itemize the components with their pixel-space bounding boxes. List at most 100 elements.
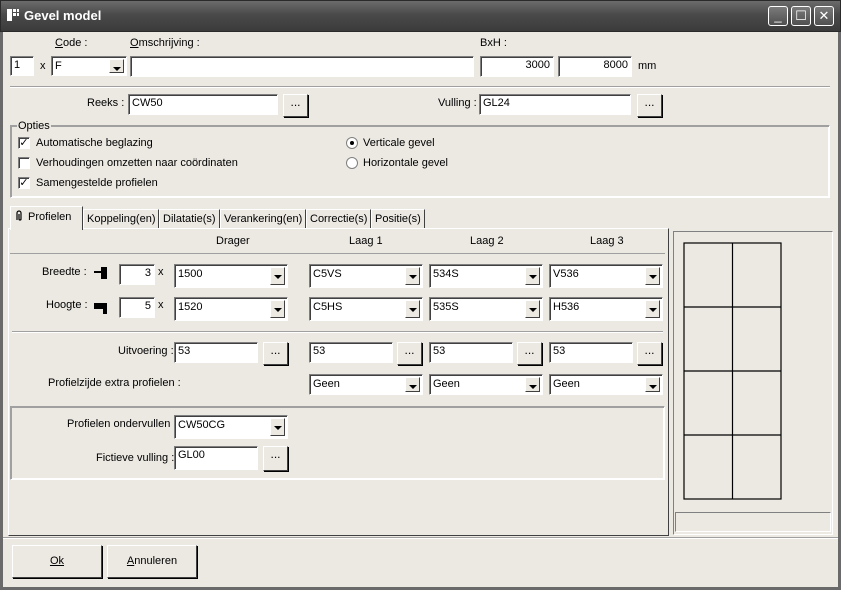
select-value: 1520 — [178, 301, 203, 313]
uitvoering-drager-browse-button[interactable]: ... — [263, 342, 288, 365]
laag2-column-header: Laag 2 — [470, 235, 504, 247]
select-value: Geen — [313, 378, 340, 390]
reeks-input[interactable]: CW50 — [128, 94, 278, 115]
chevron-down-icon[interactable] — [645, 267, 660, 285]
ondervullen-select[interactable]: CW50CG — [174, 415, 288, 439]
tab-label: Positie(s) — [375, 213, 421, 225]
chevron-down-icon[interactable] — [270, 300, 285, 318]
bxh-label: BxH : — [480, 37, 507, 49]
breedte-laag1-select[interactable]: C5VS — [309, 264, 423, 288]
profielzijde-laag3-select[interactable]: Geen — [549, 374, 663, 395]
tab-dilatatie[interactable]: Dilatatie(s) — [159, 209, 220, 228]
vulling-browse-button[interactable]: ... — [637, 94, 662, 117]
select-value: CW50CG — [178, 419, 226, 431]
hoogte-mm-input[interactable]: 8000 — [558, 56, 632, 77]
chevron-down-icon[interactable] — [405, 300, 420, 318]
auto-beglazing-label: Automatische beglazing — [36, 137, 153, 149]
uitvoering-laag1-browse-button[interactable]: ... — [397, 342, 422, 365]
chevron-down-icon[interactable] — [525, 300, 540, 318]
app-grid-icon — [7, 9, 19, 21]
chevron-down-icon[interactable] — [109, 59, 124, 73]
profielzijde-laag1-select[interactable]: Geen — [309, 374, 423, 395]
omschrijving-input[interactable] — [130, 56, 474, 77]
verhoudingen-checkbox[interactable] — [18, 157, 30, 169]
fictieve-vulling-input[interactable]: GL00 — [174, 446, 258, 470]
horizontale-gevel-label: Horizontale gevel — [363, 157, 448, 169]
uitvoering-laag2-input[interactable]: 53 — [429, 342, 513, 363]
omschrijving-label: Omschrijving : — [130, 37, 200, 49]
breedte-count-input[interactable]: 3 — [119, 264, 155, 285]
select-value: Geen — [553, 378, 580, 390]
hoogte-count-input[interactable]: 5 — [119, 297, 155, 318]
facade-preview-diagram — [683, 242, 782, 500]
code-label: Code : — [55, 37, 88, 49]
chevron-down-icon[interactable] — [525, 267, 540, 285]
uitvoering-laag3-input[interactable]: 53 — [549, 342, 633, 363]
uitvoering-laag2-browse-button[interactable]: ... — [517, 342, 542, 365]
select-value: V536 — [553, 268, 579, 280]
tab-correctie[interactable]: Correctie(s) — [306, 209, 371, 228]
laag3-column-header: Laag 3 — [590, 235, 624, 247]
tab-label: Verankering(en) — [224, 213, 303, 225]
chevron-down-icon[interactable] — [645, 300, 660, 318]
cancel-button[interactable]: Annuleren — [107, 545, 197, 578]
verticale-gevel-label: Verticale gevel — [363, 137, 435, 149]
verhoudingen-label: Verhoudingen omzetten naar coördinaten — [36, 157, 238, 169]
tab-koppeling[interactable]: Koppeling(en) — [83, 209, 159, 228]
count-value-icon: 1 — [14, 59, 21, 71]
hoogte-laag1-select[interactable]: C5HS — [309, 297, 423, 321]
chevron-down-icon[interactable] — [405, 377, 420, 392]
auto-beglazing-checkbox[interactable]: ✓ — [18, 137, 30, 149]
times-label: x — [40, 60, 46, 72]
ondervullen-label: Profielen ondervullen : — [67, 418, 177, 430]
uitvoering-label: Uitvoering : — [118, 345, 174, 357]
uitvoering-drager-input[interactable]: 53 — [174, 342, 258, 363]
fictieve-vulling-browse-button[interactable]: ... — [263, 446, 288, 471]
tab-positie[interactable]: Positie(s) — [371, 209, 425, 228]
separator — [12, 331, 663, 333]
preview-status-field — [675, 512, 831, 532]
unit-label: mm — [638, 60, 657, 72]
hoogte-laag2-select[interactable]: 535S — [429, 297, 543, 321]
tab-label: Correctie(s) — [310, 213, 368, 225]
hoogte-drager-select[interactable]: 1520 — [174, 297, 288, 321]
breedte-laag3-select[interactable]: V536 — [549, 264, 663, 288]
close-button[interactable]: ✕ — [814, 6, 834, 26]
code-select[interactable]: F — [51, 56, 127, 76]
chevron-down-icon[interactable] — [270, 267, 285, 285]
tab-verankering[interactable]: Verankering(en) — [220, 209, 306, 228]
samengestelde-checkbox[interactable]: ✓ — [18, 177, 30, 189]
select-value: Geen — [433, 378, 460, 390]
breedte-mm-input[interactable]: 3000 — [480, 56, 554, 77]
uitvoering-laag3-browse-button[interactable]: ... — [637, 342, 662, 365]
hoogte-laag3-select[interactable]: H536 — [549, 297, 663, 321]
count-field[interactable]: 1 — [10, 56, 34, 76]
ok-button[interactable]: Ok — [12, 545, 102, 578]
select-value: C5HS — [313, 301, 343, 313]
uitvoering-laag1-input[interactable]: 53 — [309, 342, 393, 363]
reeks-browse-button[interactable]: ... — [283, 94, 308, 117]
separator — [10, 86, 830, 88]
drager-column-header: Drager — [216, 235, 250, 247]
checkmark-icon: ✓ — [19, 137, 29, 149]
chevron-down-icon[interactable] — [405, 267, 420, 285]
profielzijde-laag2-select[interactable]: Geen — [429, 374, 543, 395]
verticale-gevel-radio[interactable] — [346, 137, 358, 149]
breedte-profile-icon — [94, 267, 107, 279]
title-bar — [0, 0, 841, 32]
checkmark-icon: ✓ — [19, 177, 29, 189]
minimize-button[interactable]: _ — [768, 6, 788, 26]
vulling-input[interactable]: GL24 — [479, 94, 631, 115]
horizontale-gevel-radio[interactable] — [346, 157, 358, 169]
samengestelde-label: Samengestelde profielen — [36, 177, 158, 189]
chevron-down-icon[interactable] — [525, 377, 540, 392]
chevron-down-icon[interactable] — [270, 418, 285, 436]
cancel-label: Annuleren — [126, 555, 178, 567]
chevron-down-icon[interactable] — [645, 377, 660, 392]
select-value: 534S — [433, 268, 459, 280]
hoogte-label: Hoogte : — [46, 299, 88, 311]
breedte-drager-select[interactable]: 1500 — [174, 264, 288, 288]
tab-profielen[interactable]: Profielen — [10, 206, 83, 230]
maximize-button[interactable]: ☐ — [791, 6, 811, 26]
breedte-laag2-select[interactable]: 534S — [429, 264, 543, 288]
